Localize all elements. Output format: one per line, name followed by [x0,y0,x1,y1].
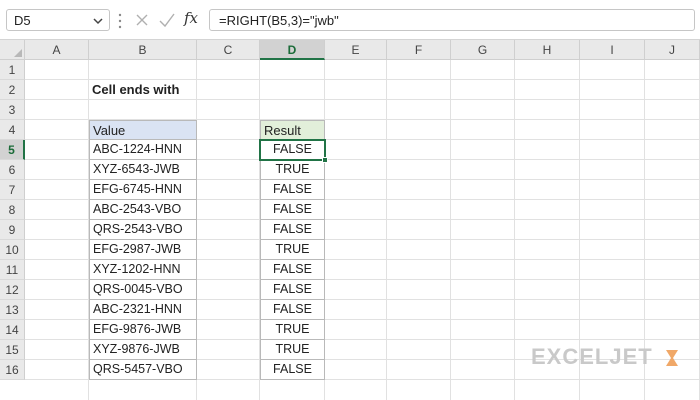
value-header[interactable]: Value [89,120,197,140]
select-all-triangle-icon [14,49,22,57]
row-header-4[interactable]: 4 [0,120,25,140]
row-header-15[interactable]: 15 [0,340,25,360]
name-box-value: D5 [14,13,31,28]
result-cell[interactable]: TRUE [260,340,325,360]
value-cell[interactable]: ABC-2543-VBO [89,200,197,220]
column-header-a[interactable]: A [25,40,89,60]
result-cell[interactable]: FALSE [260,220,325,240]
result-cell[interactable]: FALSE [260,180,325,200]
row-header-1[interactable]: 1 [0,60,25,80]
result-cell[interactable]: TRUE [260,160,325,180]
column-header-j[interactable]: J [645,40,700,60]
column-gridline [386,60,387,400]
formula-text: =RIGHT(B5,3)="jwb" [219,13,339,28]
column-gridline [450,60,451,400]
row-header-9[interactable]: 9 [0,220,25,240]
result-cell[interactable]: FALSE [260,300,325,320]
formula-input[interactable]: =RIGHT(B5,3)="jwb" [209,9,695,31]
row-header-13[interactable]: 13 [0,300,25,320]
result-cell[interactable]: TRUE [260,240,325,260]
result-cell[interactable]: FALSE [260,260,325,280]
column-header-g[interactable]: G [451,40,515,60]
name-box[interactable]: D5 [6,9,110,31]
result-cell[interactable]: FALSE [260,200,325,220]
row-header-5[interactable]: 5 [0,140,25,160]
column-header-d[interactable]: D [260,40,325,60]
result-header[interactable]: Result [260,120,325,140]
result-cell[interactable]: TRUE [260,320,325,340]
column-header-h[interactable]: H [515,40,580,60]
row-header-8[interactable]: 8 [0,200,25,220]
row-header-12[interactable]: 12 [0,280,25,300]
formula-bar: D5 fx =RIGHT(B5,3)="jwb" [0,0,700,40]
result-cell[interactable]: FALSE [260,140,325,160]
row-header-6[interactable]: 6 [0,160,25,180]
value-cell[interactable]: QRS-5457-VBO [89,360,197,380]
value-cell[interactable]: XYZ-9876-JWB [89,340,197,360]
column-header-b[interactable]: B [89,40,197,60]
row-header-10[interactable]: 10 [0,240,25,260]
value-cell[interactable]: EFG-9876-JWB [89,320,197,340]
row-gridline [25,79,700,80]
formula-bar-grip-icon [118,13,122,29]
value-cell[interactable]: ABC-1224-HNN [89,140,197,160]
result-cell[interactable]: FALSE [260,280,325,300]
column-header-i[interactable]: I [580,40,645,60]
column-gridline [514,60,515,400]
row-header-2[interactable]: 2 [0,80,25,100]
column-header-e[interactable]: E [325,40,387,60]
exceljet-logo-mark-icon [666,350,678,366]
value-cell[interactable]: EFG-2987-JWB [89,240,197,260]
column-header-c[interactable]: C [197,40,260,60]
check-icon[interactable] [158,12,176,28]
value-cell[interactable]: QRS-2543-VBO [89,220,197,240]
value-cell[interactable]: EFG-6745-HNN [89,180,197,200]
column-header-f[interactable]: F [387,40,451,60]
value-cell[interactable]: ABC-2321-HNN [89,300,197,320]
select-all-button[interactable] [0,40,25,60]
value-cell[interactable]: QRS-0045-VBO [89,280,197,300]
insert-function-button[interactable]: fx [184,9,198,27]
exceljet-logo: EXCELJET [531,344,653,369]
row-header-3[interactable]: 3 [0,100,25,120]
row-header-14[interactable]: 14 [0,320,25,340]
value-cell[interactable]: XYZ-6543-JWB [89,160,197,180]
sheet-title[interactable]: Cell ends with [92,82,179,97]
result-cell[interactable]: FALSE [260,360,325,380]
chevron-down-icon[interactable] [93,16,103,26]
row-gridline [25,99,700,100]
row-header-7[interactable]: 7 [0,180,25,200]
row-header-11[interactable]: 11 [0,260,25,280]
value-cell[interactable]: XYZ-1202-HNN [89,260,197,280]
row-header-16[interactable]: 16 [0,360,25,380]
cancel-icon[interactable] [134,12,150,28]
